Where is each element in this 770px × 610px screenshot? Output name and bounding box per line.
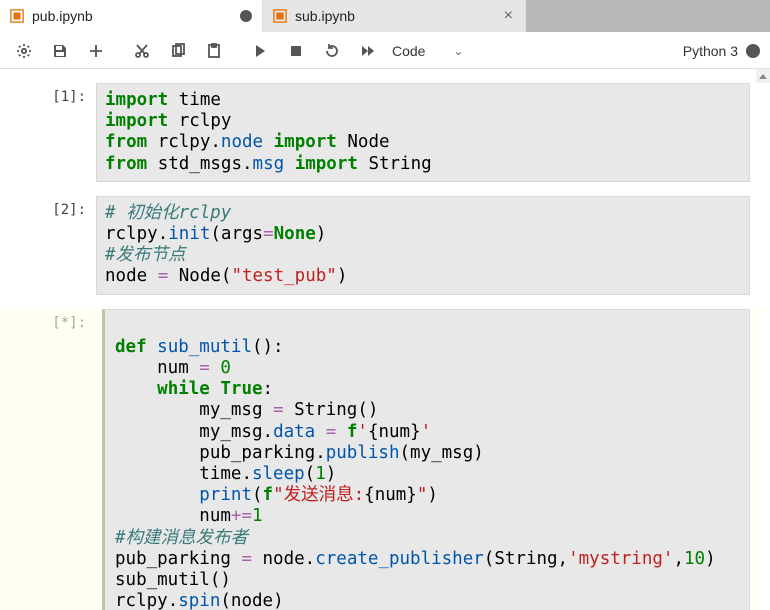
tab-label: pub.ipynb: [32, 8, 234, 24]
cell-type-select[interactable]: Code ⌄: [392, 43, 464, 59]
prompt: [1]:: [0, 83, 96, 182]
tab-sub[interactable]: sub.ipynb ×: [263, 0, 526, 32]
prompt: [2]:: [0, 196, 96, 295]
paste-button[interactable]: [201, 38, 227, 64]
prompt: [*]:: [0, 309, 96, 610]
code-cell[interactable]: [1]:import time import rclpy from rclpy.…: [0, 83, 760, 182]
code-cell[interactable]: [*]: def sub_mutil(): num = 0 while True…: [0, 309, 760, 610]
stop-button[interactable]: [283, 38, 309, 64]
save-icon: [52, 43, 68, 59]
code-cell[interactable]: [2]:# 初始化rclpy rclpy.init(args=None) #发布…: [0, 196, 760, 295]
gear-icon: [16, 43, 32, 59]
dirty-indicator-icon: [240, 10, 252, 22]
stop-icon: [288, 43, 304, 59]
restart-icon: [324, 43, 340, 59]
settings-button[interactable]: [11, 38, 37, 64]
cell-type-label: Code: [392, 43, 425, 59]
kernel-status-icon: [746, 44, 760, 58]
scrollbar[interactable]: [756, 69, 770, 83]
copy-button[interactable]: [165, 38, 191, 64]
code-editor[interactable]: # 初始化rclpy rclpy.init(args=None) #发布节点 n…: [105, 203, 741, 288]
tab-label: sub.ipynb: [295, 8, 502, 24]
notebook-icon: [10, 9, 24, 23]
notebook-icon: [273, 9, 287, 23]
cut-button[interactable]: [129, 38, 155, 64]
kernel-label: Python 3: [683, 43, 738, 59]
code-editor[interactable]: import time import rclpy from rclpy.node…: [105, 90, 741, 175]
kernel-selector[interactable]: Python 3: [683, 43, 760, 59]
play-icon: [252, 43, 268, 59]
add-cell-button[interactable]: [83, 38, 109, 64]
plus-icon: [88, 43, 104, 59]
cut-icon: [134, 43, 150, 59]
tab-bar: pub.ipynb sub.ipynb ×: [0, 0, 770, 33]
toolbar: Code ⌄ Python 3: [0, 33, 770, 69]
chevron-down-icon: ⌄: [453, 44, 463, 58]
fast-forward-icon: [360, 43, 376, 59]
tab-filler: [526, 0, 770, 32]
restart-button[interactable]: [319, 38, 345, 64]
run-all-button[interactable]: [355, 38, 381, 64]
copy-icon: [170, 43, 186, 59]
save-button[interactable]: [47, 38, 73, 64]
notebook-area: [1]:import time import rclpy from rclpy.…: [0, 69, 770, 610]
run-button[interactable]: [247, 38, 273, 64]
tab-pub[interactable]: pub.ipynb: [0, 0, 263, 32]
paste-icon: [206, 43, 222, 59]
close-icon[interactable]: ×: [502, 7, 515, 25]
code-editor[interactable]: def sub_mutil(): num = 0 while True: my_…: [115, 316, 741, 610]
